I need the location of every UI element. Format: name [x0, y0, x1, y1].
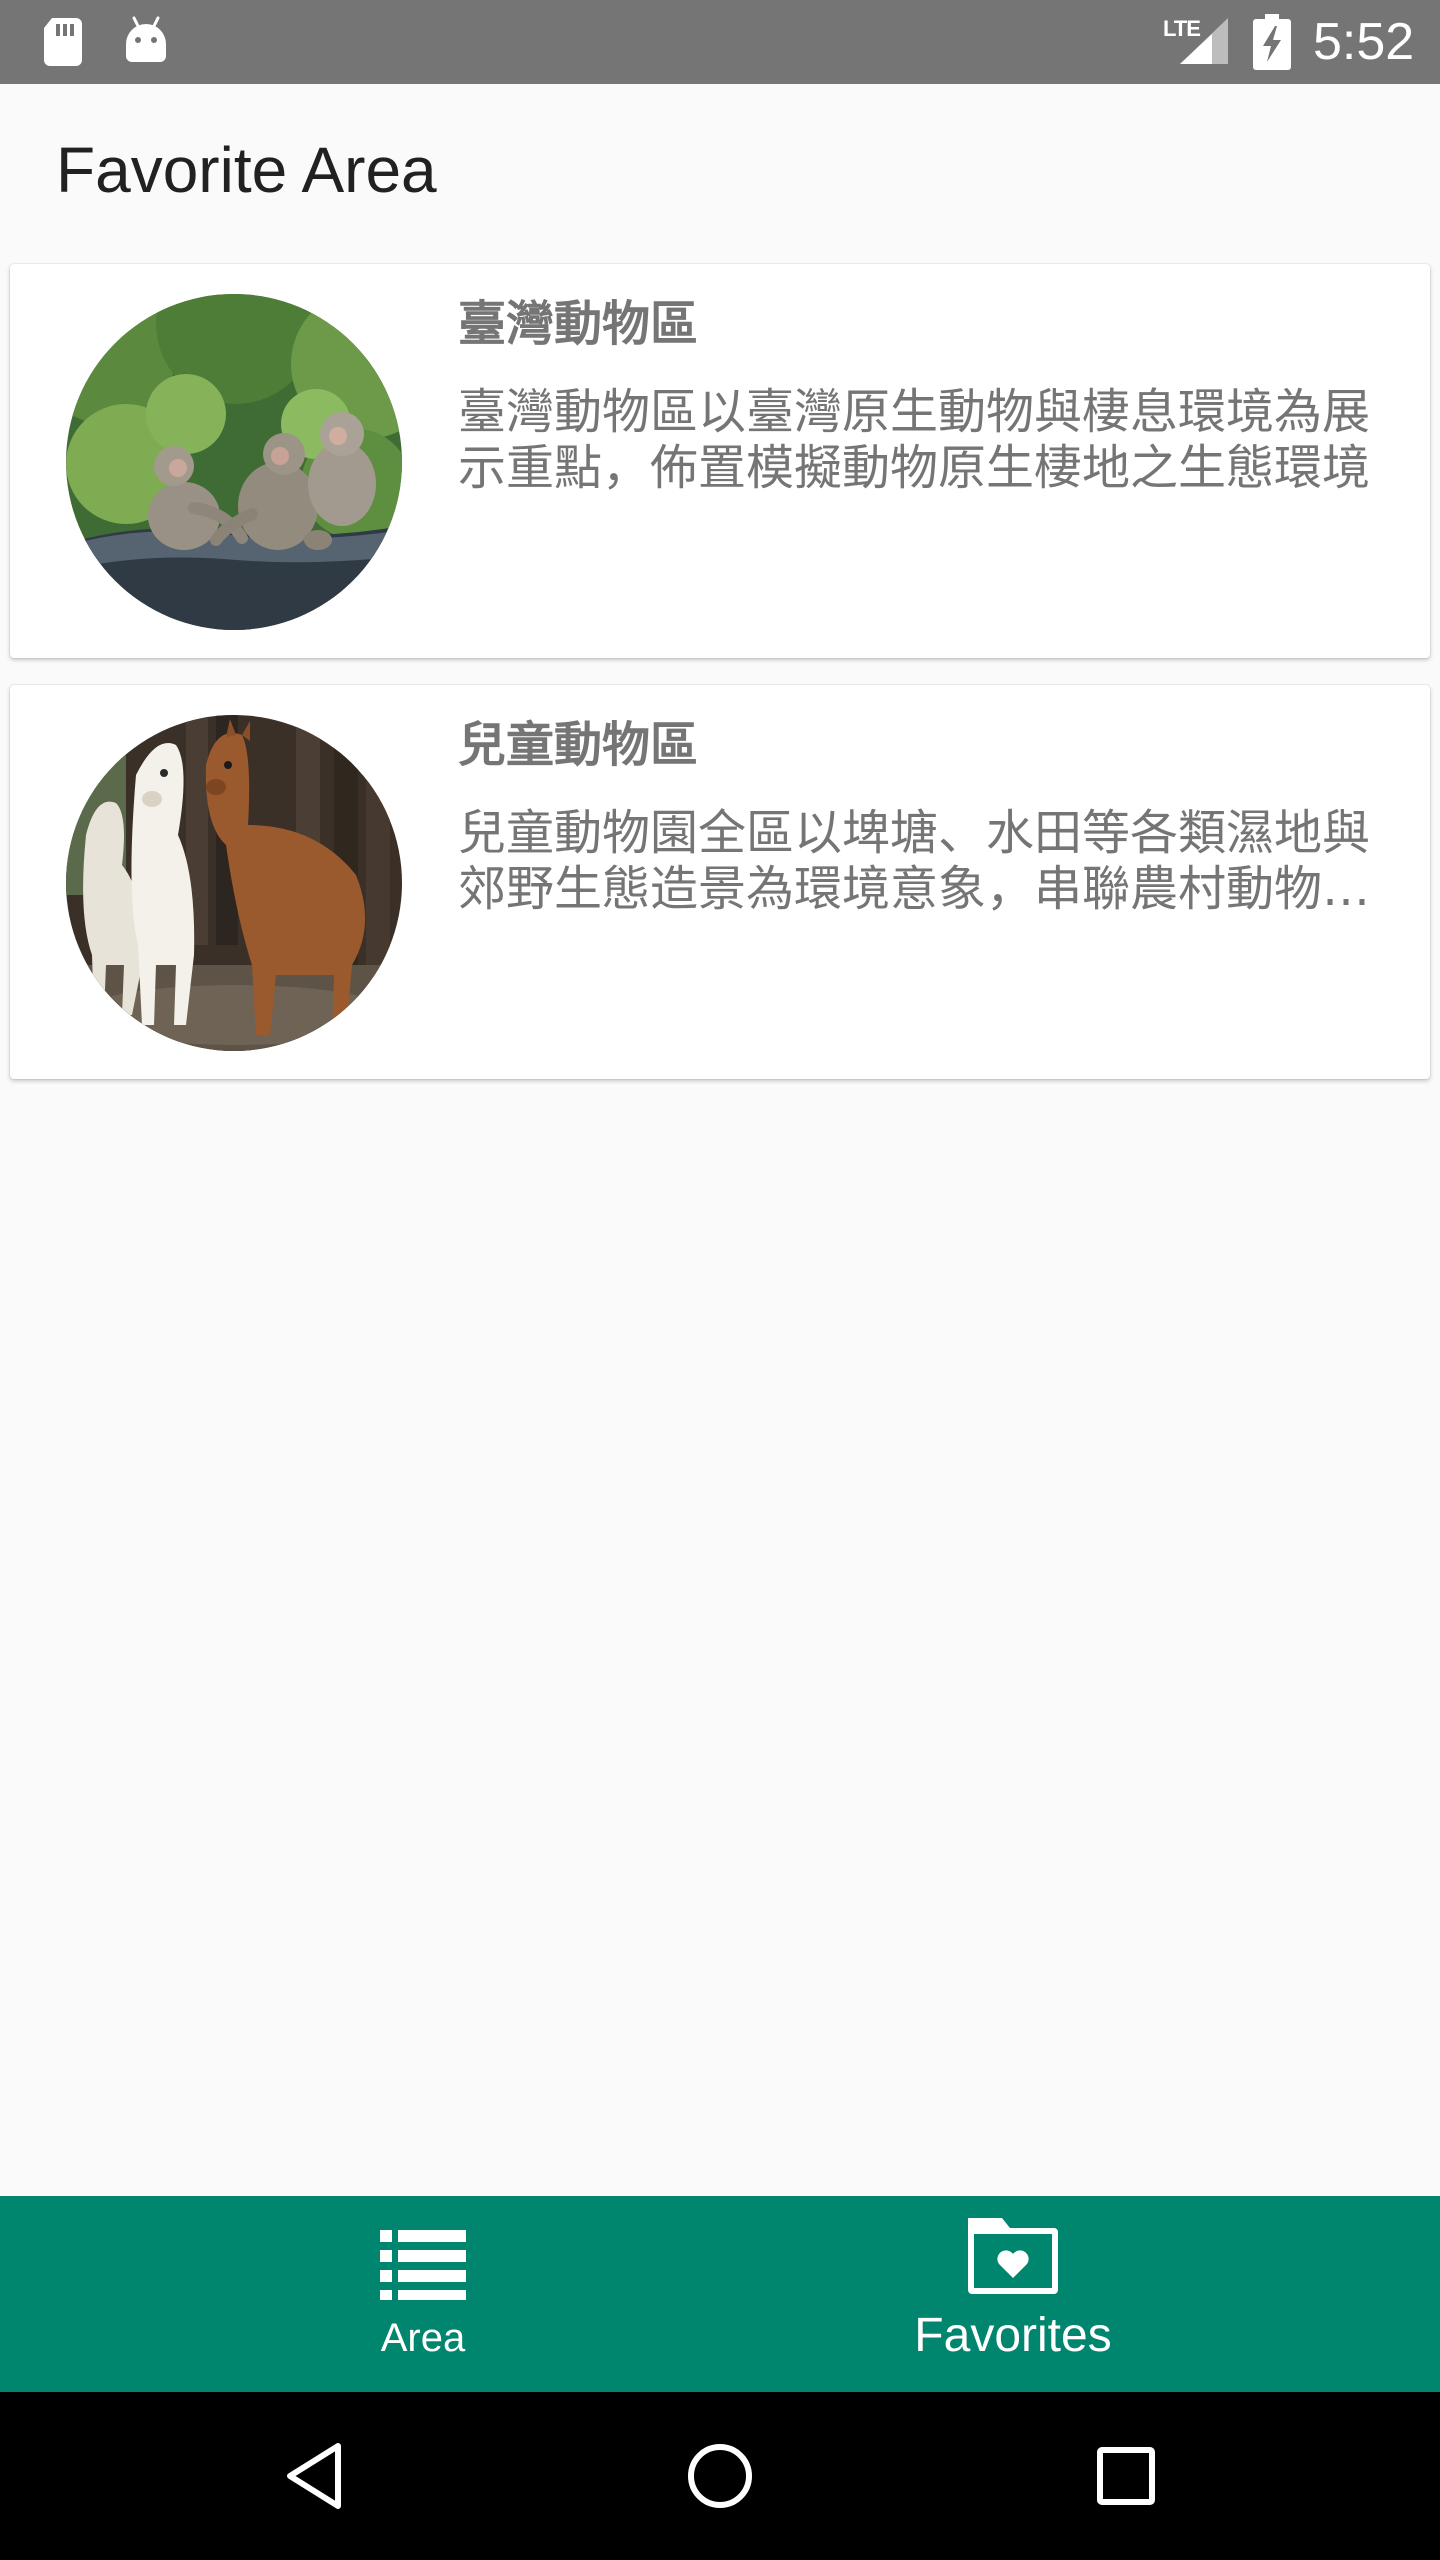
area-photo-alpacas — [66, 715, 402, 1051]
area-description: 兒童動物園全區以埤塘、水田等各類濕地與郊野生態造景為環境意象，串聯農村動物與自然… — [458, 805, 1371, 917]
home-circle-icon[interactable] — [680, 2436, 760, 2516]
page-title: Favorite Area — [56, 134, 437, 206]
network-type: LTE — [1163, 16, 1201, 41]
android-debug-icon — [126, 16, 166, 62]
system-navigation-bar — [0, 2392, 1440, 2560]
area-name: 臺灣動物區 — [458, 296, 699, 352]
area-photo-macaques — [66, 294, 402, 630]
bottom-navigation: Area Favorites — [0, 2196, 1440, 2392]
list-icon — [380, 2230, 466, 2300]
status-bar: LTE 5:52 — [0, 0, 1440, 84]
battery-charging-icon — [1253, 14, 1291, 70]
area-card[interactable]: 臺灣動物區 臺灣動物區以臺灣原生動物與棲息環境為展示重點，佈置模擬動物原生棲地之… — [10, 264, 1430, 658]
nav-item-area[interactable]: Area — [173, 2196, 673, 2392]
area-name: 兒童動物區 — [458, 717, 699, 773]
status-clock: 5:52 — [1313, 13, 1415, 71]
recents-square-icon[interactable] — [1086, 2436, 1166, 2516]
nav-label-area: Area — [380, 2316, 466, 2360]
sd-card-icon — [44, 18, 82, 66]
area-card[interactable]: 兒童動物區 兒童動物園全區以埤塘、水田等各類濕地與郊野生態造景為環境意象，串聯農… — [10, 685, 1430, 1079]
nav-item-favorites[interactable]: Favorites — [763, 2196, 1263, 2392]
back-triangle-icon[interactable] — [276, 2436, 356, 2516]
heart-folder-icon — [968, 2218, 1058, 2294]
area-description: 臺灣動物區以臺灣原生動物與棲息環境為展示重點，佈置模擬動物原生棲地之生態環境 — [458, 384, 1371, 496]
favorite-area-list: 臺灣動物區 臺灣動物區以臺灣原生動物與棲息環境為展示重點，佈置模擬動物原生棲地之… — [10, 264, 1430, 1106]
nav-label-favorites: Favorites — [914, 2309, 1112, 2362]
